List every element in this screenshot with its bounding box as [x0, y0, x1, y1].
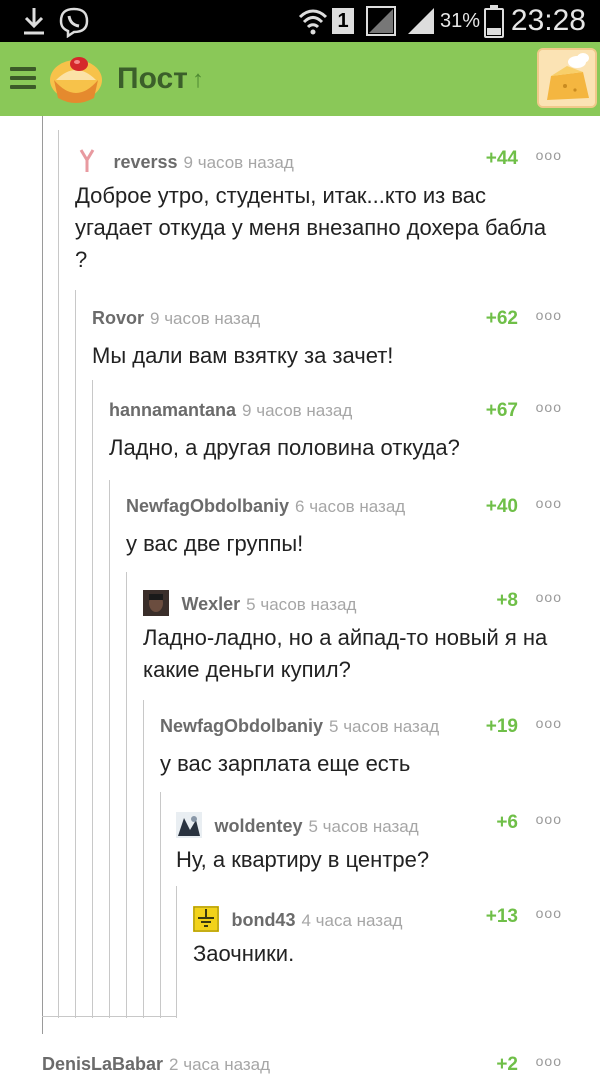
comment-menu-icon[interactable]: ooo — [536, 905, 562, 921]
app-bar: Пост ↑ — [0, 42, 600, 116]
comment-text: у вас две группы! — [126, 531, 304, 556]
comment-time: 6 часов назад — [295, 497, 406, 516]
comment-rating: +40 — [485, 496, 518, 517]
comment: Rovor 9 часов назад +62 ooo Мы дали вам в… — [92, 307, 600, 372]
comment-rating: +44 — [485, 148, 518, 169]
comment-text: Мы дали вам взятку за зачет! — [92, 343, 394, 368]
comment-rating: +6 — [496, 812, 518, 833]
comment-author[interactable]: bond43 — [231, 910, 295, 930]
thread-line — [42, 116, 43, 1034]
download-icon — [22, 6, 46, 42]
comment-text: у вас зарплата еще есть — [160, 751, 411, 776]
page-title: Пост — [117, 62, 188, 95]
comment-author[interactable]: NewfagObdolbaniy — [126, 496, 289, 516]
thread-line — [160, 792, 161, 1018]
comment-author[interactable]: NewfagObdolbaniy — [160, 716, 323, 736]
comment-time: 4 часа назад — [301, 911, 403, 930]
comment-time: 5 часов назад — [308, 817, 419, 836]
comment-menu-icon[interactable]: ooo — [536, 399, 562, 415]
thread-line — [126, 572, 127, 1018]
status-bar: 1 31% 23:28 — [0, 0, 600, 42]
battery-percent: 31% — [440, 10, 481, 32]
comment-menu-icon[interactable]: ooo — [536, 715, 562, 731]
comment-time: 5 часов назад — [329, 717, 440, 736]
comment-text: Заочники. — [193, 941, 295, 966]
comment-author[interactable]: woldentey — [214, 816, 302, 836]
signal-icon — [406, 6, 436, 42]
comment: hannamantana 9 часов назад +67 ooo Ладно,… — [109, 399, 600, 464]
menu-icon[interactable] — [10, 67, 36, 89]
thread-end-line — [42, 1016, 177, 1017]
scroll-up-icon[interactable]: ↑ — [192, 66, 204, 94]
comment-menu-icon[interactable]: ooo — [536, 307, 562, 323]
clock: 23:28 — [510, 4, 586, 37]
comment: DenisLaBabar 2 часа назад +2 ooo — [42, 1053, 600, 1084]
comment-rating: +67 — [485, 400, 518, 421]
comment-author[interactable]: Wexler — [181, 594, 240, 614]
wifi-icon — [298, 6, 328, 42]
comment: reverss 9 часов назад +44 ooo Доброе утро… — [75, 147, 600, 276]
comment-text: Ладно-ладно, но а айпад-то новый я на ка… — [143, 625, 548, 682]
comment-menu-icon[interactable]: ooo — [536, 589, 562, 605]
ground-symbol-avatar — [193, 906, 219, 932]
comment-time: 9 часов назад — [183, 153, 294, 172]
pikabu-logo[interactable] — [48, 50, 104, 106]
thread-line — [176, 886, 177, 1018]
thread-line — [109, 480, 110, 1018]
comment-text: Ладно, а другая половина откуда? — [109, 435, 460, 460]
comment-time: 9 часов назад — [242, 401, 353, 420]
comment-author[interactable]: reverss — [113, 152, 177, 172]
comment-menu-icon[interactable]: ooo — [536, 495, 562, 511]
viber-icon — [58, 6, 90, 44]
comment-text: Ну, а квартиру в центре? — [176, 847, 430, 872]
comment-author[interactable]: hannamantana — [109, 400, 236, 420]
comment-author[interactable]: DenisLaBabar — [42, 1054, 163, 1074]
battery-icon — [484, 5, 504, 38]
comment: NewfagObdolbaniy 6 часов назад +40 ooo у … — [126, 495, 600, 560]
comment-text: Доброе утро, студенты, итак...кто из вас… — [75, 183, 547, 272]
comment-rating: +19 — [485, 716, 518, 737]
thread-line — [75, 290, 76, 1018]
comment: woldentey 5 часов назад +6 ooo Ну, а квар… — [176, 811, 600, 876]
comment-time: 2 часа назад — [169, 1055, 271, 1074]
comment-author[interactable]: Rovor — [92, 308, 144, 328]
comment-menu-icon[interactable]: ooo — [536, 811, 562, 827]
comment-rating: +13 — [485, 906, 518, 927]
photo-avatar — [143, 590, 169, 616]
comment-menu-icon[interactable]: ooo — [536, 1053, 562, 1069]
comment-time: 9 часов назад — [150, 309, 261, 328]
comment: NewfagObdolbaniy 5 часов назад +19 ooo у … — [160, 715, 600, 780]
comment: Wexler 5 часов назад +8 ooo Ладно-ладно, … — [143, 589, 600, 686]
photo-avatar — [176, 812, 202, 838]
thread-line — [143, 700, 144, 1018]
thread-line — [92, 380, 93, 1018]
comment-thread: reverss 9 часов назад +44 ooo Доброе утро… — [0, 116, 600, 1075]
comment-menu-icon[interactable]: ooo — [536, 147, 562, 163]
comment: bond43 4 часа назад +13 ooo Заочники. — [193, 905, 600, 970]
comment-rating: +62 — [485, 308, 518, 329]
thread-line — [58, 130, 59, 1018]
signal-icon — [366, 6, 396, 42]
user-avatar-button[interactable] — [537, 48, 597, 108]
y-icon — [75, 148, 101, 174]
comment-rating: +2 — [496, 1054, 518, 1075]
comment-time: 5 часов назад — [246, 595, 357, 614]
sim-icon: 1 — [332, 8, 354, 34]
comment-rating: +8 — [496, 590, 518, 611]
